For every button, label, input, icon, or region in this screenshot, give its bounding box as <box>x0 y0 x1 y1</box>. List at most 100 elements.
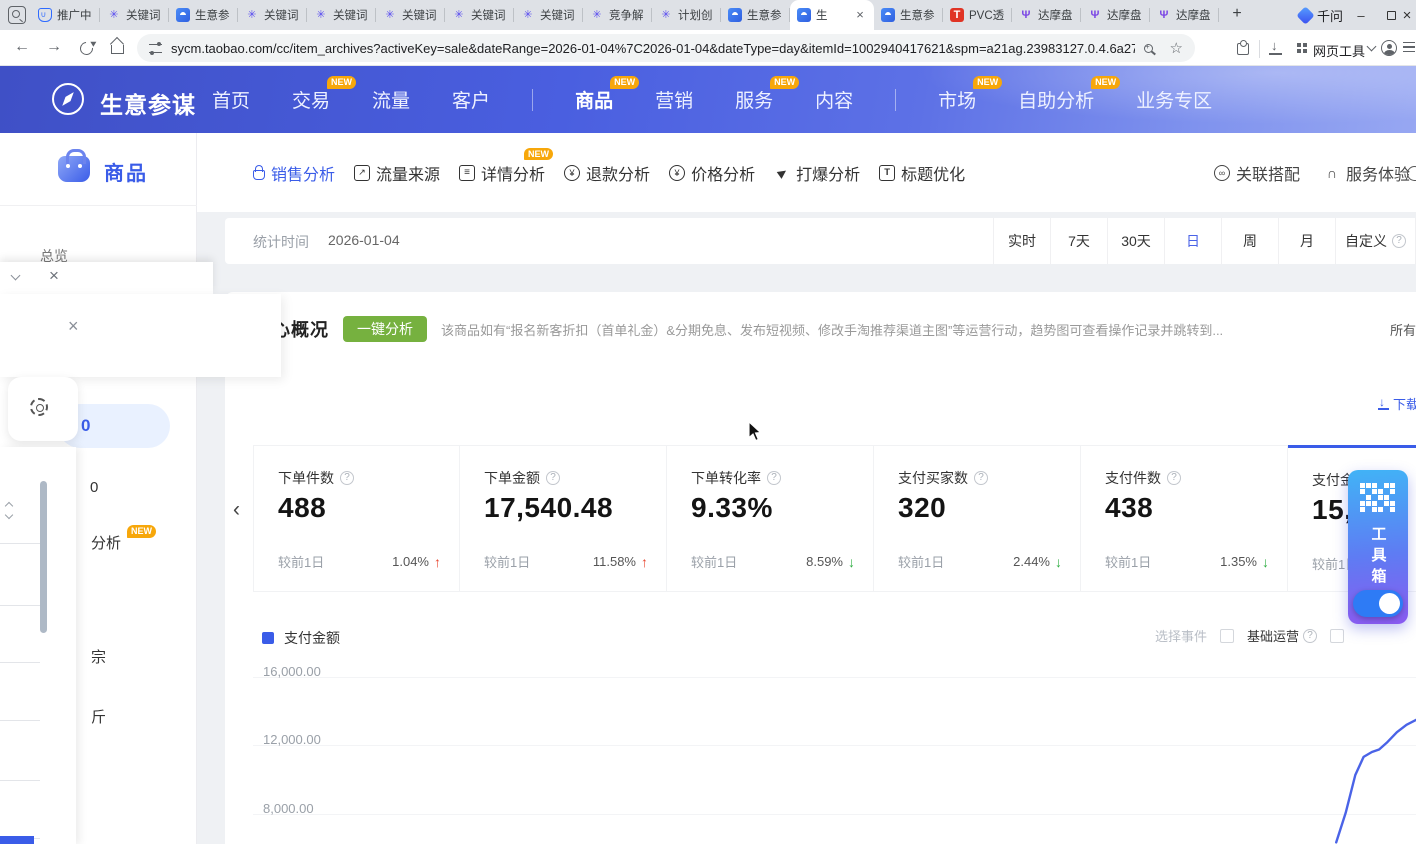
nav-item[interactable]: 业务专区 <box>1136 86 1212 113</box>
nav-item[interactable]: 内容 <box>815 86 853 113</box>
help-icon[interactable] <box>1392 234 1406 248</box>
browser-tab[interactable]: 关键词 <box>238 0 307 30</box>
all-terms-link[interactable]: 所有 <box>1390 320 1416 339</box>
tab-close-icon[interactable] <box>853 8 867 22</box>
metric-card[interactable]: 支付买家数 320 较前1日 2.44% <box>874 445 1081 592</box>
module-tab[interactable]: 价格分析 <box>669 161 755 185</box>
downloads-icon[interactable] <box>1269 40 1282 55</box>
nav-item[interactable]: 市场 NEW <box>938 86 976 113</box>
metric-card[interactable]: 下单金额 17,540.48 较前1日 11.58% <box>460 445 667 592</box>
nav-item[interactable]: 营销 <box>655 86 693 113</box>
scrollbar-thumb[interactable] <box>40 481 47 633</box>
module-tab[interactable]: 关联搭配 <box>1214 161 1300 185</box>
home-icon[interactable] <box>111 45 124 54</box>
sidebar-item-fragment[interactable]: 宗 <box>91 646 106 667</box>
close-icon[interactable]: × <box>68 316 79 337</box>
nav-item[interactable]: 服务 NEW <box>735 86 773 113</box>
gear-icon[interactable] <box>30 398 48 416</box>
date-option[interactable]: 30天 <box>1108 218 1165 264</box>
url-text[interactable]: sycm.taobao.com/cc/item_archives?activeK… <box>171 41 1135 56</box>
browser-tab[interactable]: 竞争解 <box>583 0 652 30</box>
forward-icon[interactable]: → <box>46 38 62 56</box>
zoom-icon[interactable] <box>1144 44 1153 53</box>
close-icon[interactable]: × <box>49 266 59 286</box>
date-option[interactable]: 7天 <box>1051 218 1108 264</box>
browser-tab[interactable]: 关键词 <box>514 0 583 30</box>
browser-tab[interactable]: 关键词 <box>100 0 169 30</box>
event-checkbox[interactable] <box>1330 629 1344 643</box>
browser-tab[interactable]: 生意参 <box>169 0 238 30</box>
toolbox-toggle-on[interactable] <box>1353 590 1403 617</box>
profile-avatar-icon[interactable] <box>1381 40 1397 56</box>
browser-menu-icon[interactable] <box>1403 42 1415 52</box>
brand-title[interactable]: 生意参谋 <box>100 86 196 120</box>
address-bar[interactable]: sycm.taobao.com/cc/item_archives?activeK… <box>137 34 1195 62</box>
chevron-down-icon[interactable] <box>11 271 21 281</box>
nav-menu: 首页 交易 NEW 流量 客户 商品 NEW 营销 <box>212 66 1212 133</box>
tab-search-icon[interactable] <box>8 6 26 24</box>
browser-tab[interactable]: 达摩盘 <box>1012 0 1081 30</box>
site-permissions-icon[interactable] <box>149 44 162 53</box>
cards-scroll-left-chevron[interactable]: ‹ <box>233 498 240 522</box>
browser-tab[interactable]: 推广中 <box>31 0 100 30</box>
module-tab[interactable]: 退款分析 <box>564 161 650 185</box>
date-option[interactable]: 周 <box>1222 218 1279 264</box>
browser-tab[interactable]: PVC透 <box>943 0 1012 30</box>
module-tab-icon <box>774 165 790 181</box>
date-option[interactable]: 自定义 <box>1336 218 1416 264</box>
metric-card[interactable]: 支付件数 438 较前1日 1.35% <box>1081 445 1288 592</box>
date-option[interactable]: 日 <box>1165 218 1222 264</box>
nav-item[interactable]: 商品 NEW <box>575 86 613 113</box>
help-icon[interactable] <box>546 471 560 485</box>
browser-tab[interactable]: 达摩盘 <box>1081 0 1150 30</box>
help-icon[interactable] <box>340 471 354 485</box>
sidebar-item-fragment[interactable]: 斤 <box>91 706 106 727</box>
browser-tab[interactable]: 达摩盘 <box>1150 0 1219 30</box>
new-tab-button[interactable]: + <box>1225 3 1249 27</box>
nav-item[interactable]: 交易 NEW <box>292 86 330 113</box>
browser-tab[interactable]: 计划创 <box>652 0 721 30</box>
extensions-icon[interactable] <box>1237 43 1249 55</box>
help-icon[interactable] <box>974 471 988 485</box>
browser-tab[interactable]: 关键词 <box>376 0 445 30</box>
module-tab[interactable]: 详情分析 NEW <box>459 161 545 185</box>
module-tab[interactable]: 销售分析 <box>253 161 335 185</box>
window-minimize-button[interactable]: – <box>1344 0 1378 30</box>
web-tools-grid-icon[interactable] <box>1297 43 1307 53</box>
bookmark-star-icon[interactable]: ☆ <box>1170 41 1183 56</box>
module-tab[interactable]: 打爆分析 <box>774 161 860 185</box>
help-icon[interactable] <box>767 471 781 485</box>
metric-card[interactable]: 下单件数 488 较前1日 1.04% <box>253 445 460 592</box>
nav-item[interactable]: 客户 <box>452 86 490 113</box>
back-icon[interactable]: ← <box>14 38 30 56</box>
web-tools-label[interactable]: 网页工具 <box>1313 41 1365 60</box>
download-link[interactable]: 下载 <box>1378 394 1416 413</box>
sidebar-item-fragment[interactable]: 0 <box>81 416 90 436</box>
module-tab[interactable]: 服务体验 <box>1324 161 1410 185</box>
browser-tab[interactable]: 关键词 <box>307 0 376 30</box>
nav-item[interactable]: 流量 <box>372 86 410 113</box>
sort-control[interactable] <box>6 503 16 521</box>
tab-favicon <box>521 8 535 22</box>
browser-tab[interactable]: 生意参 <box>874 0 943 30</box>
date-option[interactable]: 实时 <box>994 218 1051 264</box>
date-option[interactable]: 月 <box>1279 218 1336 264</box>
event-checkbox[interactable] <box>1220 629 1234 643</box>
module-tab[interactable]: 标题优化 <box>879 161 965 185</box>
window-close-button[interactable]: × <box>1398 0 1416 30</box>
sidebar-item-analysis[interactable]: 分析 <box>91 532 121 553</box>
browser-tab[interactable]: 关键词 <box>445 0 514 30</box>
module-tab[interactable]: 流量来源 <box>354 161 440 185</box>
stat-date-value[interactable]: 2026-01-04 <box>328 232 400 248</box>
qianwen-button[interactable]: 千问 <box>1291 3 1351 27</box>
help-icon[interactable] <box>1167 471 1181 485</box>
one-click-analyze-button[interactable]: 一键分析 <box>343 316 427 342</box>
metric-card[interactable]: 下单转化率 9.33% 较前1日 8.59% <box>667 445 874 592</box>
browser-tab[interactable]: 生意参 <box>721 0 790 30</box>
nav-item[interactable]: 首页 <box>212 86 250 113</box>
nav-item[interactable]: 自助分析 NEW <box>1018 86 1094 113</box>
stat-time-label: 统计时间 <box>253 232 309 252</box>
sidebar-item-fragment[interactable]: 0 <box>90 479 98 496</box>
browser-tab[interactable]: 生 <box>790 0 874 30</box>
help-icon[interactable] <box>1303 629 1317 643</box>
